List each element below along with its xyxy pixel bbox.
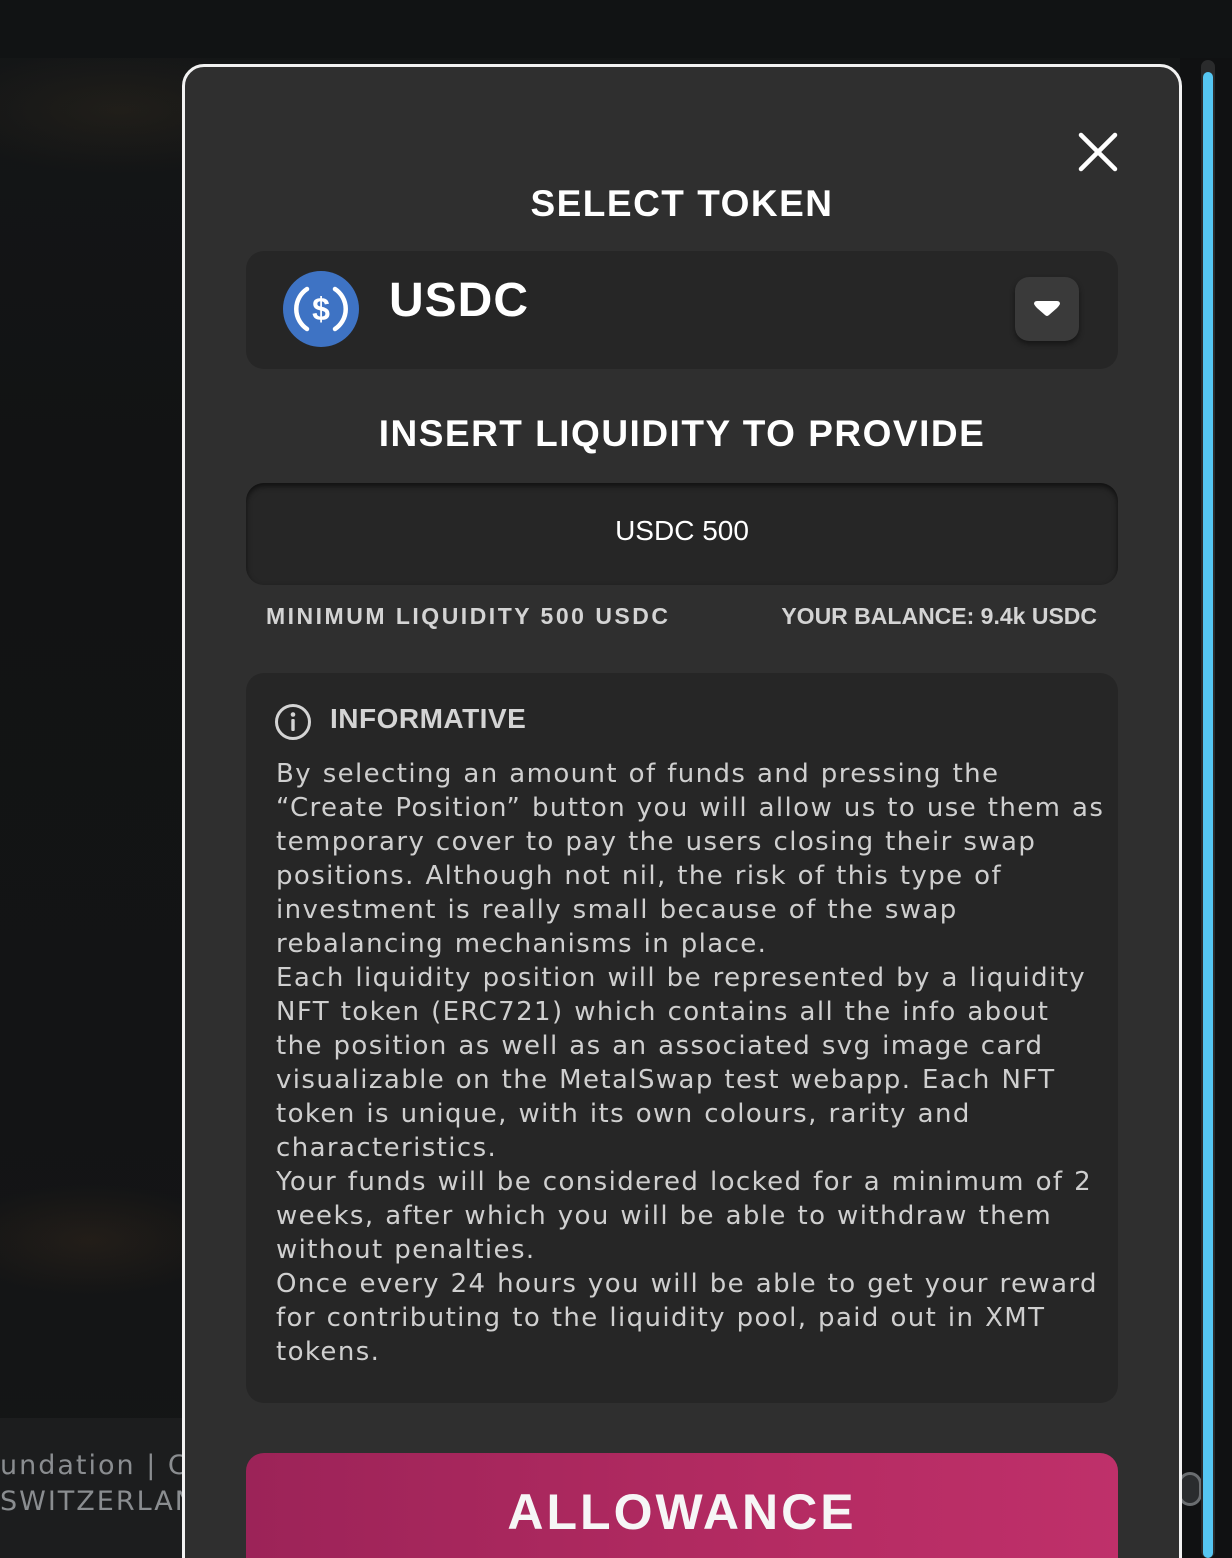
- informative-panel: INFORMATIVE By selecting an amount of fu…: [246, 673, 1118, 1403]
- svg-text:$: $: [312, 291, 330, 327]
- usdc-logo-icon: $: [283, 271, 359, 347]
- select-token-title: SELECT TOKEN: [530, 183, 834, 224]
- select-token-modal: SELECT TOKEN $ USDC INSERT LIQUIDITY TO …: [182, 64, 1182, 1558]
- footer-line-1: undation | C: [0, 1450, 189, 1481]
- informative-paragraph: Each liquidity position will be represen…: [276, 963, 1087, 1163]
- scrollbar-thumb[interactable]: [1203, 72, 1213, 1558]
- close-icon: [1078, 132, 1118, 172]
- token-selector[interactable]: $ USDC: [246, 251, 1118, 369]
- token-dropdown-button[interactable]: [1015, 277, 1079, 341]
- balance-label: YOUR BALANCE: 9.4k USDC: [781, 603, 1097, 629]
- informative-paragraph: Once every 24 hours you will be able to …: [276, 1269, 1098, 1367]
- informative-paragraph: Your funds will be considered locked for…: [276, 1167, 1093, 1265]
- top-bar: [0, 0, 1232, 58]
- allowance-button-label: ALLOWANCE: [507, 1484, 857, 1540]
- minimum-liquidity-label: MINIMUM LIQUIDITY 500 USDC: [266, 603, 671, 629]
- liquidity-title: INSERT LIQUIDITY TO PROVIDE: [378, 413, 986, 454]
- informative-paragraph: By selecting an amount of funds and pres…: [276, 759, 1105, 959]
- close-button[interactable]: [1075, 129, 1121, 175]
- informative-title: INFORMATIVE: [330, 703, 527, 734]
- informative-text: By selecting an amount of funds and pres…: [276, 757, 1106, 1369]
- liquidity-amount-input[interactable]: USDC 500: [246, 483, 1118, 585]
- footer-line-2: SWITZERLAN: [0, 1486, 197, 1517]
- chevron-down-icon: [1034, 301, 1060, 316]
- token-symbol: USDC: [389, 274, 530, 327]
- allowance-button[interactable]: ALLOWANCE: [246, 1453, 1118, 1558]
- liquidity-amount-value: USDC 500: [615, 515, 749, 546]
- info-icon: [274, 703, 312, 741]
